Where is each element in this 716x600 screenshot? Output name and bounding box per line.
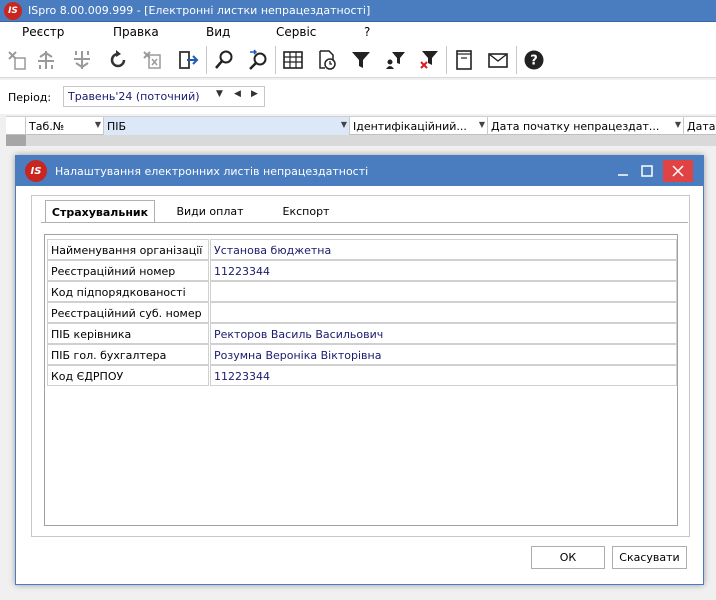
period-select[interactable]: Травень'24 (поточний) ▼ ◀ ▶ [63, 86, 265, 107]
app-titlebar: IS ISpro 8.00.009.999 - [Електронні лист… [0, 0, 716, 22]
property-row: Реєстраційний номер 11223344 [47, 260, 677, 281]
property-label: Код ЄДРПОУ [47, 365, 209, 386]
properties-panel: Найменування організації Установа бюджет… [44, 234, 678, 526]
menu-view[interactable]: Вид [206, 25, 230, 39]
chief-accountant-name-field[interactable]: Розумна Вероніка Вікторівна [210, 344, 677, 365]
dialog-title: Налаштування електронних листів непрацез… [55, 164, 369, 178]
settings-dialog: IS Налаштування електронних листів непра… [15, 155, 704, 585]
cancel-button[interactable]: Скасувати [612, 546, 687, 569]
menu-service[interactable]: Сервіс [276, 25, 316, 39]
organization-name-field[interactable]: Установа бюджетна [210, 239, 677, 260]
property-row: Код ЄДРПОУ 11223344 [47, 365, 677, 386]
ok-button[interactable]: ОК [531, 546, 605, 569]
menu-edit[interactable]: Правка [113, 25, 159, 39]
menu-help[interactable]: ? [364, 25, 370, 39]
app-logo-icon: IS [4, 1, 22, 20]
property-row: Реєстраційний суб. номер [47, 302, 677, 323]
svg-text:?: ? [530, 54, 538, 69]
chevron-right-icon[interactable]: ▶ [251, 89, 258, 99]
close-icon[interactable] [663, 160, 693, 182]
registration-number-field[interactable]: 11223344 [210, 260, 677, 281]
property-label: Найменування організації [47, 239, 209, 260]
chevron-down-icon[interactable]: ▼ [341, 120, 347, 129]
property-label: ПІБ гол. бухгалтера [47, 344, 209, 365]
tab-export[interactable]: Експорт [261, 200, 351, 223]
clear-filter-icon[interactable] [416, 47, 442, 73]
period-value: Травень'24 (поточний) [68, 90, 200, 103]
tab-payment-types[interactable]: Види оплат [165, 200, 255, 223]
chevron-left-icon[interactable]: ◀ [234, 89, 241, 99]
search-icon[interactable] [211, 47, 237, 73]
menubar: Реєстр Правка Вид Сервіс ? [0, 22, 716, 42]
toolbar-separator [446, 46, 447, 74]
toolbar-separator [206, 46, 207, 74]
maximize-icon[interactable] [632, 156, 662, 186]
calendar-clock-icon[interactable] [314, 47, 340, 73]
toolbar-separator [275, 46, 276, 74]
filter-icon[interactable] [348, 47, 374, 73]
split-icon[interactable] [33, 47, 59, 73]
column-header-start-date[interactable]: Дата початку непрацездат... ▼ [488, 117, 684, 135]
grid-row[interactable] [6, 135, 716, 146]
toolbar-separator [516, 46, 517, 74]
tabs-frame: Страхувальник Види оплат Експорт Наймену… [31, 195, 690, 537]
property-label: Реєстраційний номер [47, 260, 209, 281]
property-label: ПІБ керівника [47, 323, 209, 344]
refresh-icon[interactable] [105, 47, 131, 73]
period-row: Період: Травень'24 (поточний) ▼ ◀ ▶ [0, 80, 716, 114]
chevron-down-icon[interactable]: ▼ [479, 120, 485, 129]
exit-icon[interactable] [175, 47, 201, 73]
app-title: ISpro 8.00.009.999 - [Електронні листки … [28, 4, 371, 17]
grid-row-indicator [6, 117, 26, 135]
column-header-tab-number[interactable]: Таб.№ ▼ [26, 117, 104, 135]
help-icon[interactable]: ? [521, 47, 547, 73]
add-icon[interactable] [4, 47, 30, 73]
dialog-logo-icon: IS [25, 160, 47, 182]
property-row: Код підпорядкованості [47, 281, 677, 302]
tab-insurer[interactable]: Страхувальник [45, 200, 155, 223]
property-label: Реєстраційний суб. номер [47, 302, 209, 323]
property-row: ПІБ керівника Ректоров Василь Васильович [47, 323, 677, 344]
notebook-icon[interactable] [451, 47, 477, 73]
property-row: ПІБ гол. бухгалтера Розумна Вероніка Вік… [47, 344, 677, 365]
column-header-name[interactable]: ПІБ ▼ [104, 117, 350, 135]
user-filter-icon[interactable] [382, 47, 408, 73]
merge-icon[interactable] [69, 47, 95, 73]
find-next-icon[interactable] [245, 47, 271, 73]
registration-sub-number-field[interactable] [210, 302, 677, 323]
row-selector[interactable] [6, 135, 26, 146]
director-name-field[interactable]: Ректоров Василь Васильович [210, 323, 677, 344]
chevron-down-icon[interactable]: ▼ [95, 120, 101, 129]
tab-underline [41, 222, 688, 223]
dialog-titlebar: IS Налаштування електронних листів непра… [16, 156, 703, 186]
grid-header: Таб.№ ▼ ПІБ ▼ Ідентифікаційний... ▼ Дата по… [6, 116, 716, 135]
column-header-date[interactable]: Дата [684, 117, 716, 135]
column-header-id[interactable]: Ідентифікаційний... ▼ [350, 117, 488, 135]
left-strip [0, 114, 6, 600]
property-row: Найменування організації Установа бюджет… [47, 239, 677, 260]
mail-icon[interactable] [485, 47, 511, 73]
toolbar: ? [0, 42, 716, 78]
delete-icon[interactable] [139, 47, 165, 73]
chevron-down-icon[interactable]: ▼ [675, 120, 681, 129]
table-icon[interactable] [280, 47, 306, 73]
property-label: Код підпорядкованості [47, 281, 209, 302]
edrpou-code-field[interactable]: 11223344 [210, 365, 677, 386]
chevron-down-icon[interactable]: ▼ [216, 89, 223, 99]
period-label: Період: [8, 91, 52, 104]
subordination-code-field[interactable] [210, 281, 677, 302]
menu-registry[interactable]: Реєстр [22, 25, 64, 39]
